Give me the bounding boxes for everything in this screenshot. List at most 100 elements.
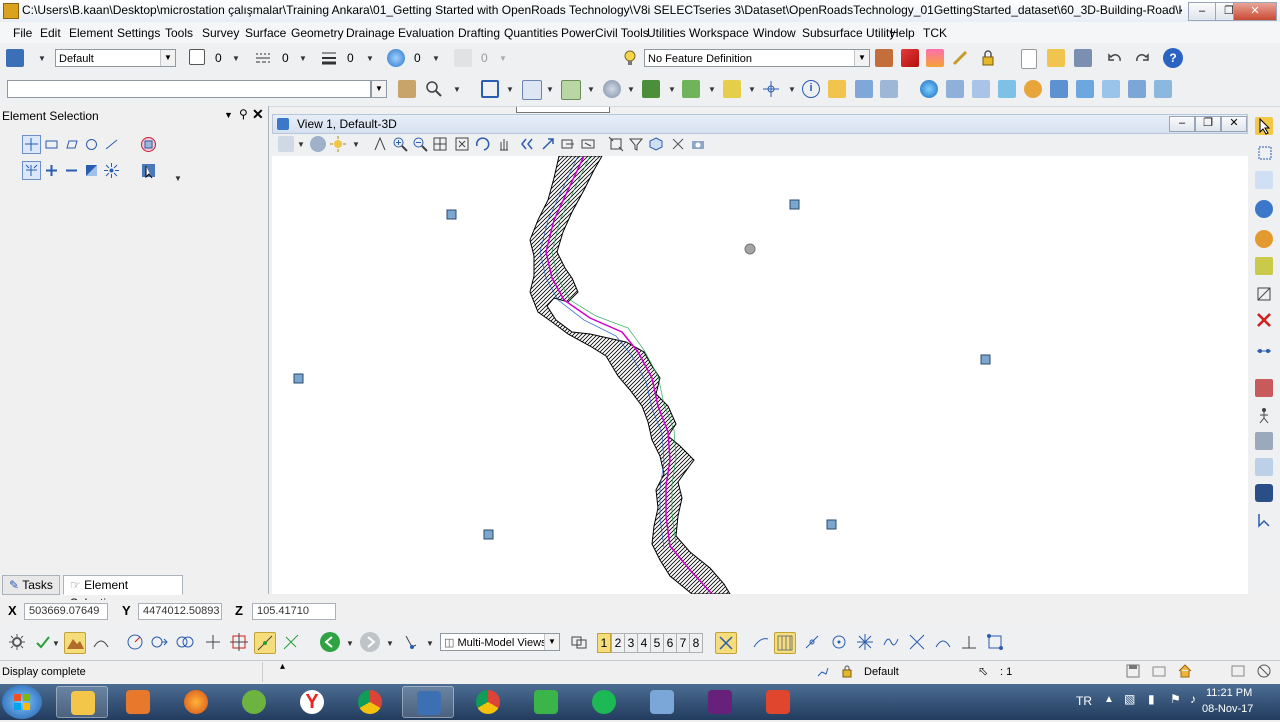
chevron-down-icon[interactable]: ▼ <box>432 54 440 63</box>
taskbar-chrome-user[interactable] <box>462 686 514 718</box>
home-icon[interactable] <box>1178 664 1192 678</box>
chevron-down-icon[interactable]: ▼ <box>371 80 387 98</box>
snap-mode-icon[interactable] <box>816 664 830 678</box>
arc-snap-icon[interactable] <box>934 633 952 651</box>
language-indicator[interactable]: TR <box>1076 694 1092 708</box>
usb-icon[interactable]: ▧ <box>1124 692 1135 706</box>
view-6-icon[interactable] <box>1255 285 1273 303</box>
menu-drainage[interactable]: Drainage <box>346 26 395 40</box>
camera-icon[interactable] <box>690 136 706 152</box>
menu-tools[interactable]: Tools <box>165 26 193 40</box>
tool-c-icon[interactable] <box>1024 80 1042 98</box>
zoom-out-icon[interactable] <box>412 136 428 152</box>
block-select-button[interactable] <box>42 135 61 154</box>
chevron-down-icon[interactable]: ▼ <box>38 54 46 63</box>
tab-element-selection[interactable]: ☞ Element Selection <box>63 575 183 610</box>
feature-toggle-icon[interactable] <box>875 49 893 67</box>
menu-quantities[interactable]: Quantities <box>504 26 558 40</box>
star-snap-icon[interactable] <box>856 633 874 651</box>
tangent-snap-icon[interactable] <box>282 633 300 651</box>
view-4-icon[interactable] <box>1255 230 1273 248</box>
view-button-5[interactable]: 5 <box>650 633 664 653</box>
sheet-icon[interactable] <box>855 80 873 98</box>
tentative-snap-icon[interactable] <box>986 633 1004 651</box>
tool-d-icon[interactable] <box>1050 80 1068 98</box>
tool-b-icon[interactable] <box>998 80 1016 98</box>
rotate-view-icon[interactable] <box>474 136 490 152</box>
lock-icon[interactable] <box>840 664 854 678</box>
priority-icon[interactable] <box>454 49 472 67</box>
select-all-off-button[interactable] <box>139 135 158 154</box>
lighting-icon[interactable] <box>330 136 346 152</box>
menu-evaluation[interactable]: Evaluation <box>398 26 454 40</box>
chevron-down-icon[interactable]: ▼ <box>453 85 461 94</box>
chevron-down-icon[interactable]: ▼ <box>708 85 716 94</box>
open-file-icon[interactable] <box>1047 49 1065 67</box>
menu-subsurface-utility[interactable]: Subsurface Utility <box>802 26 895 40</box>
menu-window[interactable]: Window <box>753 26 796 40</box>
minimize-button[interactable]: – <box>1188 2 1216 21</box>
view-previous-icon[interactable] <box>520 136 536 152</box>
feature-definition-combo[interactable]: No Feature Definition ▼ <box>644 49 870 67</box>
menu-utilities[interactable]: Utilities <box>647 26 686 40</box>
tab-tasks[interactable]: ✎ Tasks <box>2 575 60 595</box>
circle-snap-icon[interactable] <box>830 633 848 651</box>
view-close-button[interactable]: ✕ <box>1221 116 1247 132</box>
view-3-icon[interactable] <box>1255 200 1273 218</box>
y-coordinate-field[interactable] <box>138 603 222 620</box>
view-button-2[interactable]: 2 <box>611 633 625 653</box>
wave-snap-icon[interactable] <box>882 633 900 651</box>
tool-stack-icon[interactable] <box>1255 432 1273 450</box>
help-icon[interactable]: ? <box>1163 48 1183 68</box>
curve-snap-icon[interactable] <box>752 633 770 651</box>
navigate-icon[interactable] <box>670 136 686 152</box>
active-level[interactable]: Default <box>864 666 899 678</box>
taskbar-network[interactable] <box>636 686 688 718</box>
clip-volume-icon[interactable] <box>580 136 596 152</box>
taskbar-spotify[interactable] <box>578 686 630 718</box>
render-icon[interactable] <box>603 80 621 98</box>
disconnect-icon[interactable] <box>1257 664 1271 678</box>
z-coordinate-field[interactable] <box>252 603 336 620</box>
reference-icon[interactable] <box>1152 664 1166 678</box>
taskbar-explorer[interactable] <box>56 686 108 718</box>
taskbar-visual-studio[interactable] <box>694 686 746 718</box>
menu-help[interactable]: Help <box>890 26 915 40</box>
chevron-down-icon[interactable]: ▼ <box>224 110 233 120</box>
view-restore-button[interactable]: ❐ <box>1195 116 1221 132</box>
grid-snap-icon[interactable] <box>774 632 796 654</box>
chevron-down-icon[interactable]: ▼ <box>346 639 354 648</box>
view-button-4[interactable]: 4 <box>637 633 651 653</box>
menu-drafting[interactable]: Drafting <box>458 26 500 40</box>
back-arrow-icon[interactable] <box>320 632 340 652</box>
view-button-1[interactable]: 1 <box>597 633 611 653</box>
fit-view-icon[interactable] <box>454 136 470 152</box>
clock-time[interactable]: 11:21 PM <box>1206 687 1252 699</box>
clear-mode-button[interactable] <box>102 161 121 180</box>
fence-icon[interactable] <box>481 80 499 98</box>
taskbar-utorrent[interactable] <box>228 686 280 718</box>
clock-date[interactable]: 08-Nov-17 <box>1202 703 1253 715</box>
line-weight-icon[interactable] <box>320 49 338 67</box>
settings-icon[interactable] <box>8 633 26 651</box>
chevron-down-icon[interactable]: ▼ <box>174 174 182 183</box>
close-window-button[interactable]: ✕ <box>1233 2 1277 21</box>
level-combo[interactable]: Default ▼ <box>55 49 176 67</box>
add-mode-button[interactable] <box>42 161 61 180</box>
menu-powercivil-tools[interactable]: PowerCivil Tools <box>561 26 649 40</box>
forward-arrow-icon[interactable] <box>360 632 380 652</box>
chevron-down-icon[interactable]: ▼ <box>366 54 374 63</box>
info-icon[interactable]: i <box>802 80 820 98</box>
menu-tck[interactable]: TCK <box>923 26 947 40</box>
cube-icon[interactable] <box>648 136 664 152</box>
color-icon[interactable] <box>189 49 205 65</box>
menu-file[interactable]: File <box>13 26 32 40</box>
layers-icon[interactable] <box>682 80 700 98</box>
taskbar-firefox[interactable] <box>170 686 222 718</box>
taskbar-media[interactable] <box>112 686 164 718</box>
taskbar-camtasia[interactable] <box>520 686 572 718</box>
level-manager-icon[interactable] <box>6 49 24 67</box>
signal-icon[interactable]: ▮ <box>1148 692 1155 706</box>
search-icon[interactable] <box>425 80 443 98</box>
model-icon[interactable] <box>880 80 898 98</box>
